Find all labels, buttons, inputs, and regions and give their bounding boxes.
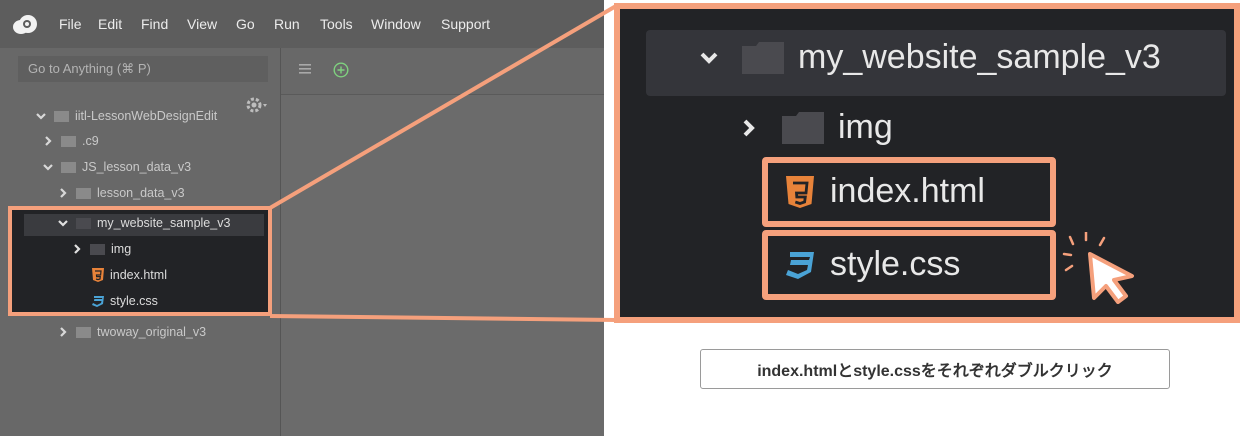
zoomed-folder-label: img (838, 108, 893, 146)
tree-item-lesson-data[interactable]: lesson_data_v3 (58, 181, 185, 205)
tree-item-label: index.html (110, 268, 167, 282)
tree-item-label: style.css (110, 294, 158, 308)
css3-icon (92, 296, 104, 307)
menubar: File Edit Find View Go Run Tools Window … (0, 0, 604, 48)
tree-item-root[interactable]: iitl-LessonWebDesignEdit (36, 104, 217, 128)
instruction-caption: index.htmlとstyle.cssをそれぞれダブルクリック (700, 349, 1170, 389)
menu-edit[interactable]: Edit (98, 16, 122, 32)
tree-item-twoway[interactable]: twoway_original_v3 (58, 320, 206, 344)
tree-item-label: twoway_original_v3 (97, 325, 207, 339)
folder-icon (76, 218, 91, 229)
cloud9-logo-icon[interactable] (12, 14, 38, 36)
zoomed-file-label: style.css (830, 245, 961, 283)
menu-go[interactable]: Go (236, 16, 255, 32)
menu-find[interactable]: Find (141, 16, 168, 32)
folder-icon (61, 136, 76, 147)
zoomed-folder-img[interactable]: img (740, 108, 893, 147)
go-to-anything-input[interactable]: Go to Anything (⌘ P) (18, 56, 268, 82)
menu-support[interactable]: Support (441, 16, 490, 32)
chevron-down-icon (700, 52, 718, 64)
chevron-down-icon (43, 164, 53, 171)
tree-item-c9[interactable]: .c9 (43, 129, 99, 153)
html5-icon (92, 268, 104, 282)
folder-icon (54, 111, 69, 122)
tree-item-index-html[interactable]: index.html (92, 263, 167, 287)
html5-icon (786, 175, 814, 208)
folder-icon (61, 162, 76, 173)
chevron-right-icon (74, 244, 81, 254)
menu-file[interactable]: File (59, 16, 82, 32)
menu-tools[interactable]: Tools (320, 16, 353, 32)
tree-item-label: iitl-LessonWebDesignEdit (75, 109, 218, 123)
editor-area[interactable] (281, 48, 604, 436)
tree-item-label: lesson_data_v3 (97, 186, 185, 200)
tree-item-my-website[interactable]: my_website_sample_v3 (58, 211, 230, 235)
menu-run[interactable]: Run (274, 16, 300, 32)
tree-item-label: my_website_sample_v3 (97, 216, 231, 230)
gear-icon[interactable] (245, 96, 269, 114)
folder-icon (76, 188, 91, 199)
ide-screenshot: File Edit Find View Go Run Tools Window … (0, 0, 604, 436)
zoomed-folder-my-website[interactable]: my_website_sample_v3 (700, 38, 1161, 77)
zoomed-file-style-css[interactable]: style.css (786, 245, 960, 284)
zoomed-file-index-html[interactable]: index.html (786, 172, 985, 211)
tree-item-label: img (111, 242, 132, 256)
folder-icon (742, 41, 784, 74)
tree-item-img[interactable]: img (72, 237, 131, 261)
folder-icon (90, 244, 105, 255)
chevron-right-icon (60, 327, 67, 337)
css3-icon (786, 251, 814, 279)
folder-icon (782, 111, 824, 144)
chevron-right-icon (60, 188, 67, 198)
tree-item-style-css[interactable]: style.css (92, 289, 158, 313)
editor-tab-bar (281, 48, 604, 95)
chevron-down-icon (36, 113, 46, 120)
zoomed-file-label: index.html (830, 172, 985, 210)
plus-circle-icon[interactable] (333, 62, 349, 78)
menu-view[interactable]: View (187, 16, 217, 32)
pointer-cursor-icon (1062, 232, 1134, 304)
zoomed-folder-label: my_website_sample_v3 (798, 38, 1161, 76)
chevron-right-icon (743, 119, 755, 136)
folder-icon (76, 327, 91, 338)
chevron-right-icon (45, 136, 52, 146)
menu-icon[interactable] (299, 64, 311, 74)
tree-item-label: JS_lesson_data_v3 (82, 160, 192, 174)
chevron-down-icon (58, 220, 68, 227)
tree-item-label: .c9 (82, 134, 99, 148)
menu-window[interactable]: Window (371, 16, 421, 32)
tree-item-js-lesson[interactable]: JS_lesson_data_v3 (43, 155, 191, 179)
